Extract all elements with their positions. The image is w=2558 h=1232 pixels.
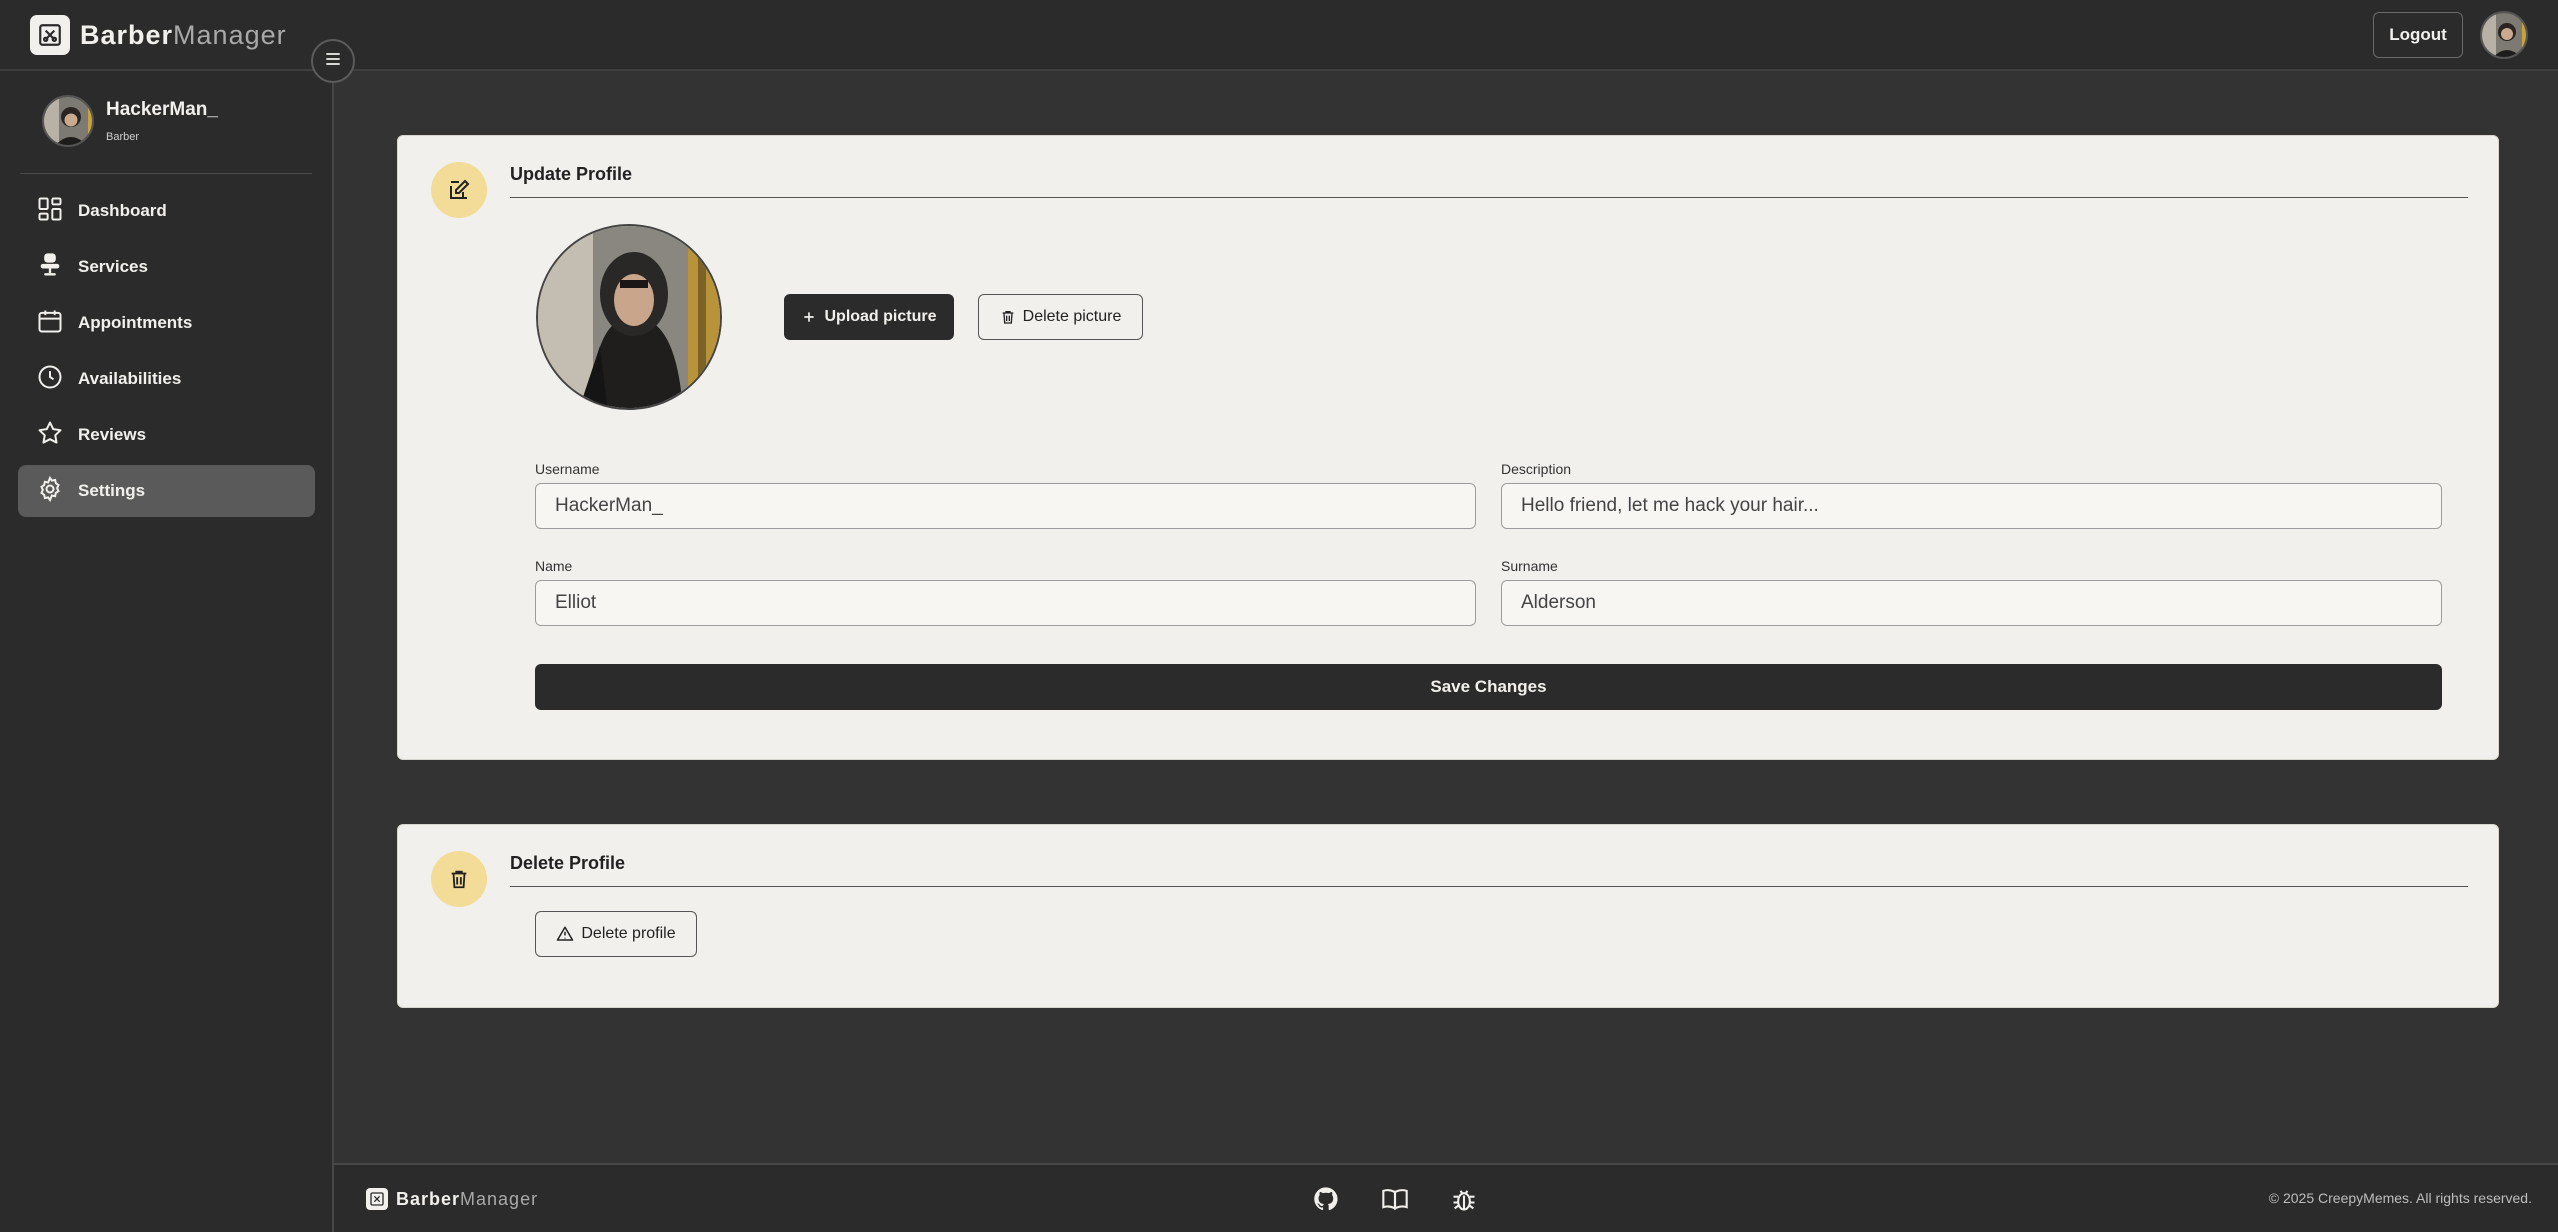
name-field[interactable]: Elliot (535, 580, 1476, 626)
edit-icon (431, 162, 487, 218)
update-profile-card: Update Profile Upload picture Delete pic… (397, 135, 2499, 760)
bug-icon[interactable] (1449, 1184, 1479, 1214)
footer: BarberManager © 2025 CreepyMemes. All ri… (334, 1163, 2558, 1232)
clock-icon (36, 363, 64, 396)
footer-links (1311, 1184, 1518, 1214)
sidebar-item-label: Services (78, 257, 148, 276)
delete-profile-card: Delete Profile Delete profile (397, 824, 2499, 1008)
username-field[interactable]: HackerMan_ (535, 483, 1476, 529)
plus-icon (804, 312, 815, 322)
name-label: Name (535, 558, 573, 574)
top-bar: BarberManager Logout (0, 0, 2558, 71)
delete-picture-button[interactable]: Delete picture (978, 294, 1143, 340)
sidebar-item-settings[interactable]: Settings (18, 465, 315, 517)
sidebar-item-label: Settings (78, 481, 146, 500)
save-changes-button[interactable]: Save Changes (535, 664, 2442, 710)
logout-button[interactable]: Logout (2373, 12, 2463, 58)
sidebar-item-availabilities[interactable]: Availabilities (18, 353, 315, 405)
user-role: Barber (106, 131, 140, 143)
dashboard-icon (36, 195, 64, 228)
sidebar-item-label: Dashboard (78, 201, 167, 220)
sidebar-item-appointments[interactable]: Appointments (18, 297, 315, 349)
copyright-text: © 2025 CreepyMemes. All rights reserved. (2268, 1190, 2532, 1206)
user-name: HackerMan_ (106, 99, 218, 120)
sidebar-item-services[interactable]: Services (18, 241, 315, 293)
barber-chair-icon (36, 251, 64, 284)
footer-logo[interactable]: BarberManager (366, 1188, 538, 1210)
sidebar-nav: Dashboard Services Appointments Availabi… (18, 185, 315, 521)
sidebar-item-label: Reviews (78, 425, 147, 444)
delete-profile-title: Delete Profile (510, 851, 2468, 887)
description-field[interactable]: Hello friend, let me hack your hair... (1501, 483, 2442, 529)
app-name: BarberManager (80, 19, 287, 50)
profile-picture (536, 224, 722, 410)
surname-label: Surname (1501, 558, 1558, 574)
sidebar-divider (20, 173, 312, 174)
username-label: Username (535, 461, 600, 477)
gear-icon (36, 475, 64, 508)
upload-picture-button[interactable]: Upload picture (784, 294, 954, 340)
sidebar-item-label: Availabilities (78, 369, 182, 388)
trash-icon (431, 851, 487, 907)
star-icon (36, 419, 64, 452)
logo-icon (30, 15, 70, 55)
menu-icon (323, 49, 343, 74)
app-logo[interactable]: BarberManager (30, 15, 287, 55)
update-profile-title: Update Profile (510, 162, 2468, 198)
surname-field[interactable]: Alderson (1501, 580, 2442, 626)
sidebar-item-label: Appointments (78, 313, 193, 332)
sidebar-profile: HackerMan_ Barber (42, 95, 218, 147)
sidebar-item-reviews[interactable]: Reviews (18, 409, 315, 461)
avatar (42, 95, 94, 147)
user-avatar[interactable] (2480, 11, 2528, 59)
sidebar-item-dashboard[interactable]: Dashboard (18, 185, 315, 237)
footer-app-name: BarberManager (396, 1188, 539, 1209)
logo-icon (366, 1188, 388, 1210)
sidebar: HackerMan_ Barber Dashboard Services App… (0, 71, 334, 1232)
book-icon[interactable] (1380, 1184, 1410, 1214)
sidebar-toggle-button[interactable] (311, 39, 355, 83)
trash-icon (1002, 311, 1013, 324)
delete-profile-button[interactable]: Delete profile (535, 911, 697, 957)
description-label: Description (1501, 461, 1572, 477)
calendar-icon (36, 307, 64, 340)
github-icon[interactable] (1311, 1184, 1341, 1214)
warning-icon (557, 926, 574, 941)
